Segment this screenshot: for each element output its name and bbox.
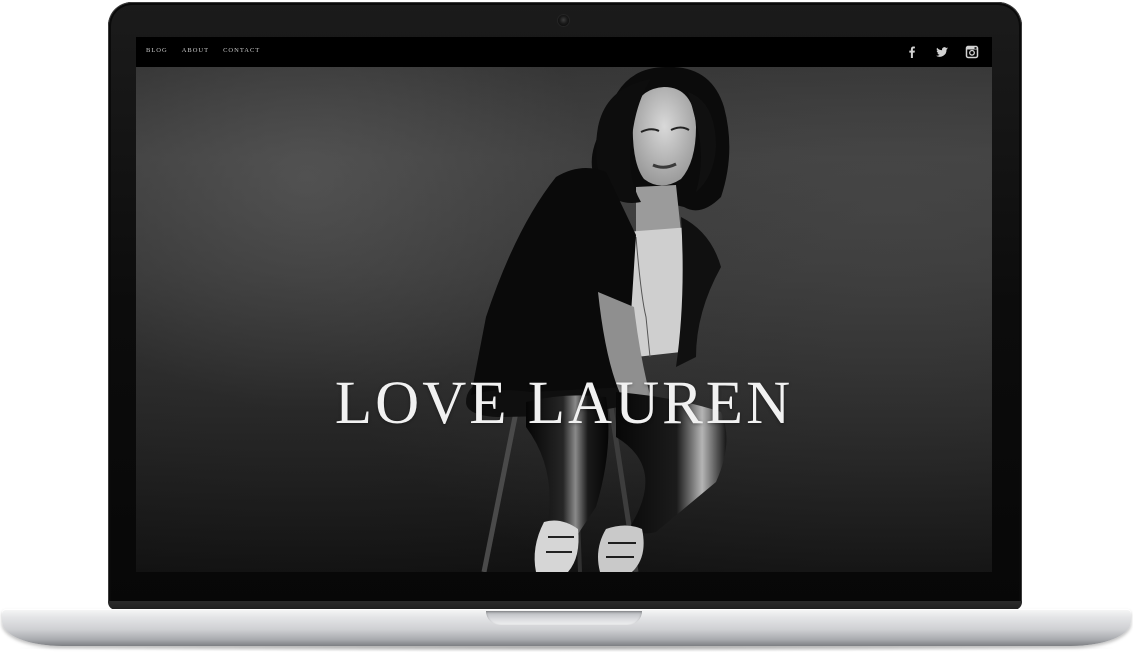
nav-contact-link[interactable]: CONTACT: [223, 47, 260, 55]
nav-blog-link[interactable]: BLOG: [146, 47, 168, 55]
main-nav: BLOG ABOUT CONTACT: [146, 47, 260, 55]
facebook-icon[interactable]: [904, 44, 920, 60]
hero-model-photo: [466, 67, 730, 572]
twitter-icon[interactable]: [934, 44, 950, 60]
hero-title: LOVE LAUREN: [334, 369, 794, 437]
social-links: [904, 44, 980, 60]
camera-icon: [558, 15, 569, 26]
nav-about-link[interactable]: ABOUT: [182, 47, 209, 55]
hero-banner: LOVE LAUREN: [136, 67, 992, 572]
site-header: BLOG ABOUT CONTACT: [136, 37, 992, 67]
instagram-icon[interactable]: [964, 44, 980, 60]
website-screen: BLOG ABOUT CONTACT LOVE LAUREN: [136, 37, 992, 572]
laptop-opening-notch: [486, 611, 642, 625]
laptop-mockup: BLOG ABOUT CONTACT LOVE LAUREN: [0, 0, 1133, 656]
